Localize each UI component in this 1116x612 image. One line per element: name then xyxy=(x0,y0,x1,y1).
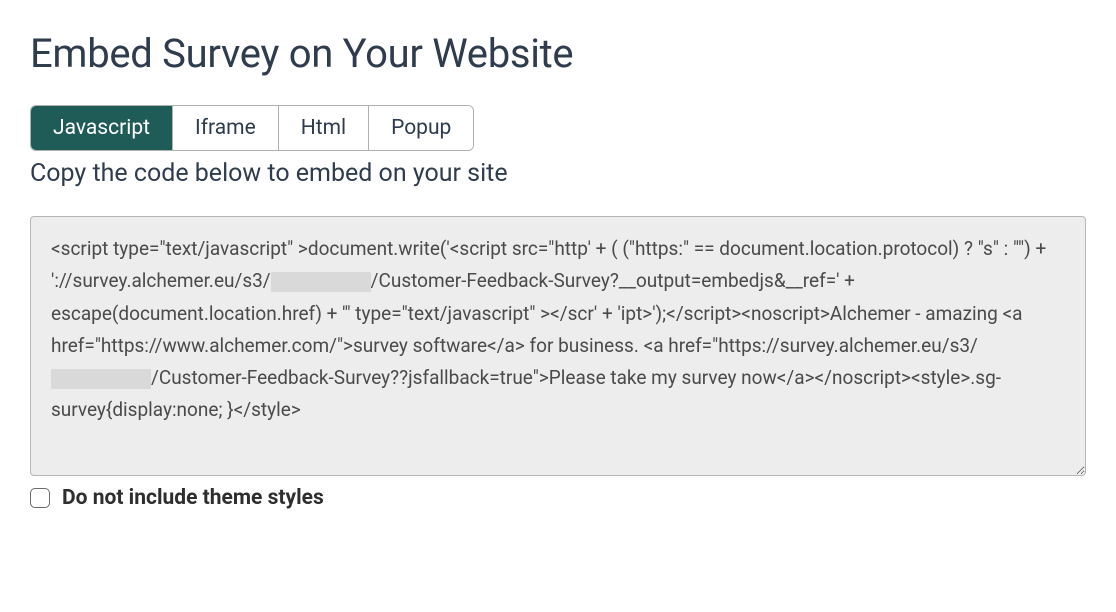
code-part-3: /Customer-Feedback-Survey??jsfallback=tr… xyxy=(51,366,1001,421)
redacted-id-1 xyxy=(271,272,371,292)
theme-checkbox-label[interactable]: Do not include theme styles xyxy=(62,486,324,510)
tab-html[interactable]: Html xyxy=(279,106,369,150)
tab-javascript[interactable]: Javascript xyxy=(31,106,173,150)
tab-iframe[interactable]: Iframe xyxy=(173,106,279,150)
tab-popup[interactable]: Popup xyxy=(369,106,473,150)
instruction-text: Copy the code below to embed on your sit… xyxy=(30,159,1086,188)
embed-code-textarea[interactable]: <script type="text/javascript" >document… xyxy=(30,216,1086,476)
redacted-id-2 xyxy=(51,369,151,389)
page-title: Embed Survey on Your Website xyxy=(30,30,1086,77)
embed-type-tabs: Javascript Iframe Html Popup xyxy=(30,105,474,151)
theme-option-row: Do not include theme styles xyxy=(30,486,1086,510)
theme-checkbox[interactable] xyxy=(30,488,50,508)
